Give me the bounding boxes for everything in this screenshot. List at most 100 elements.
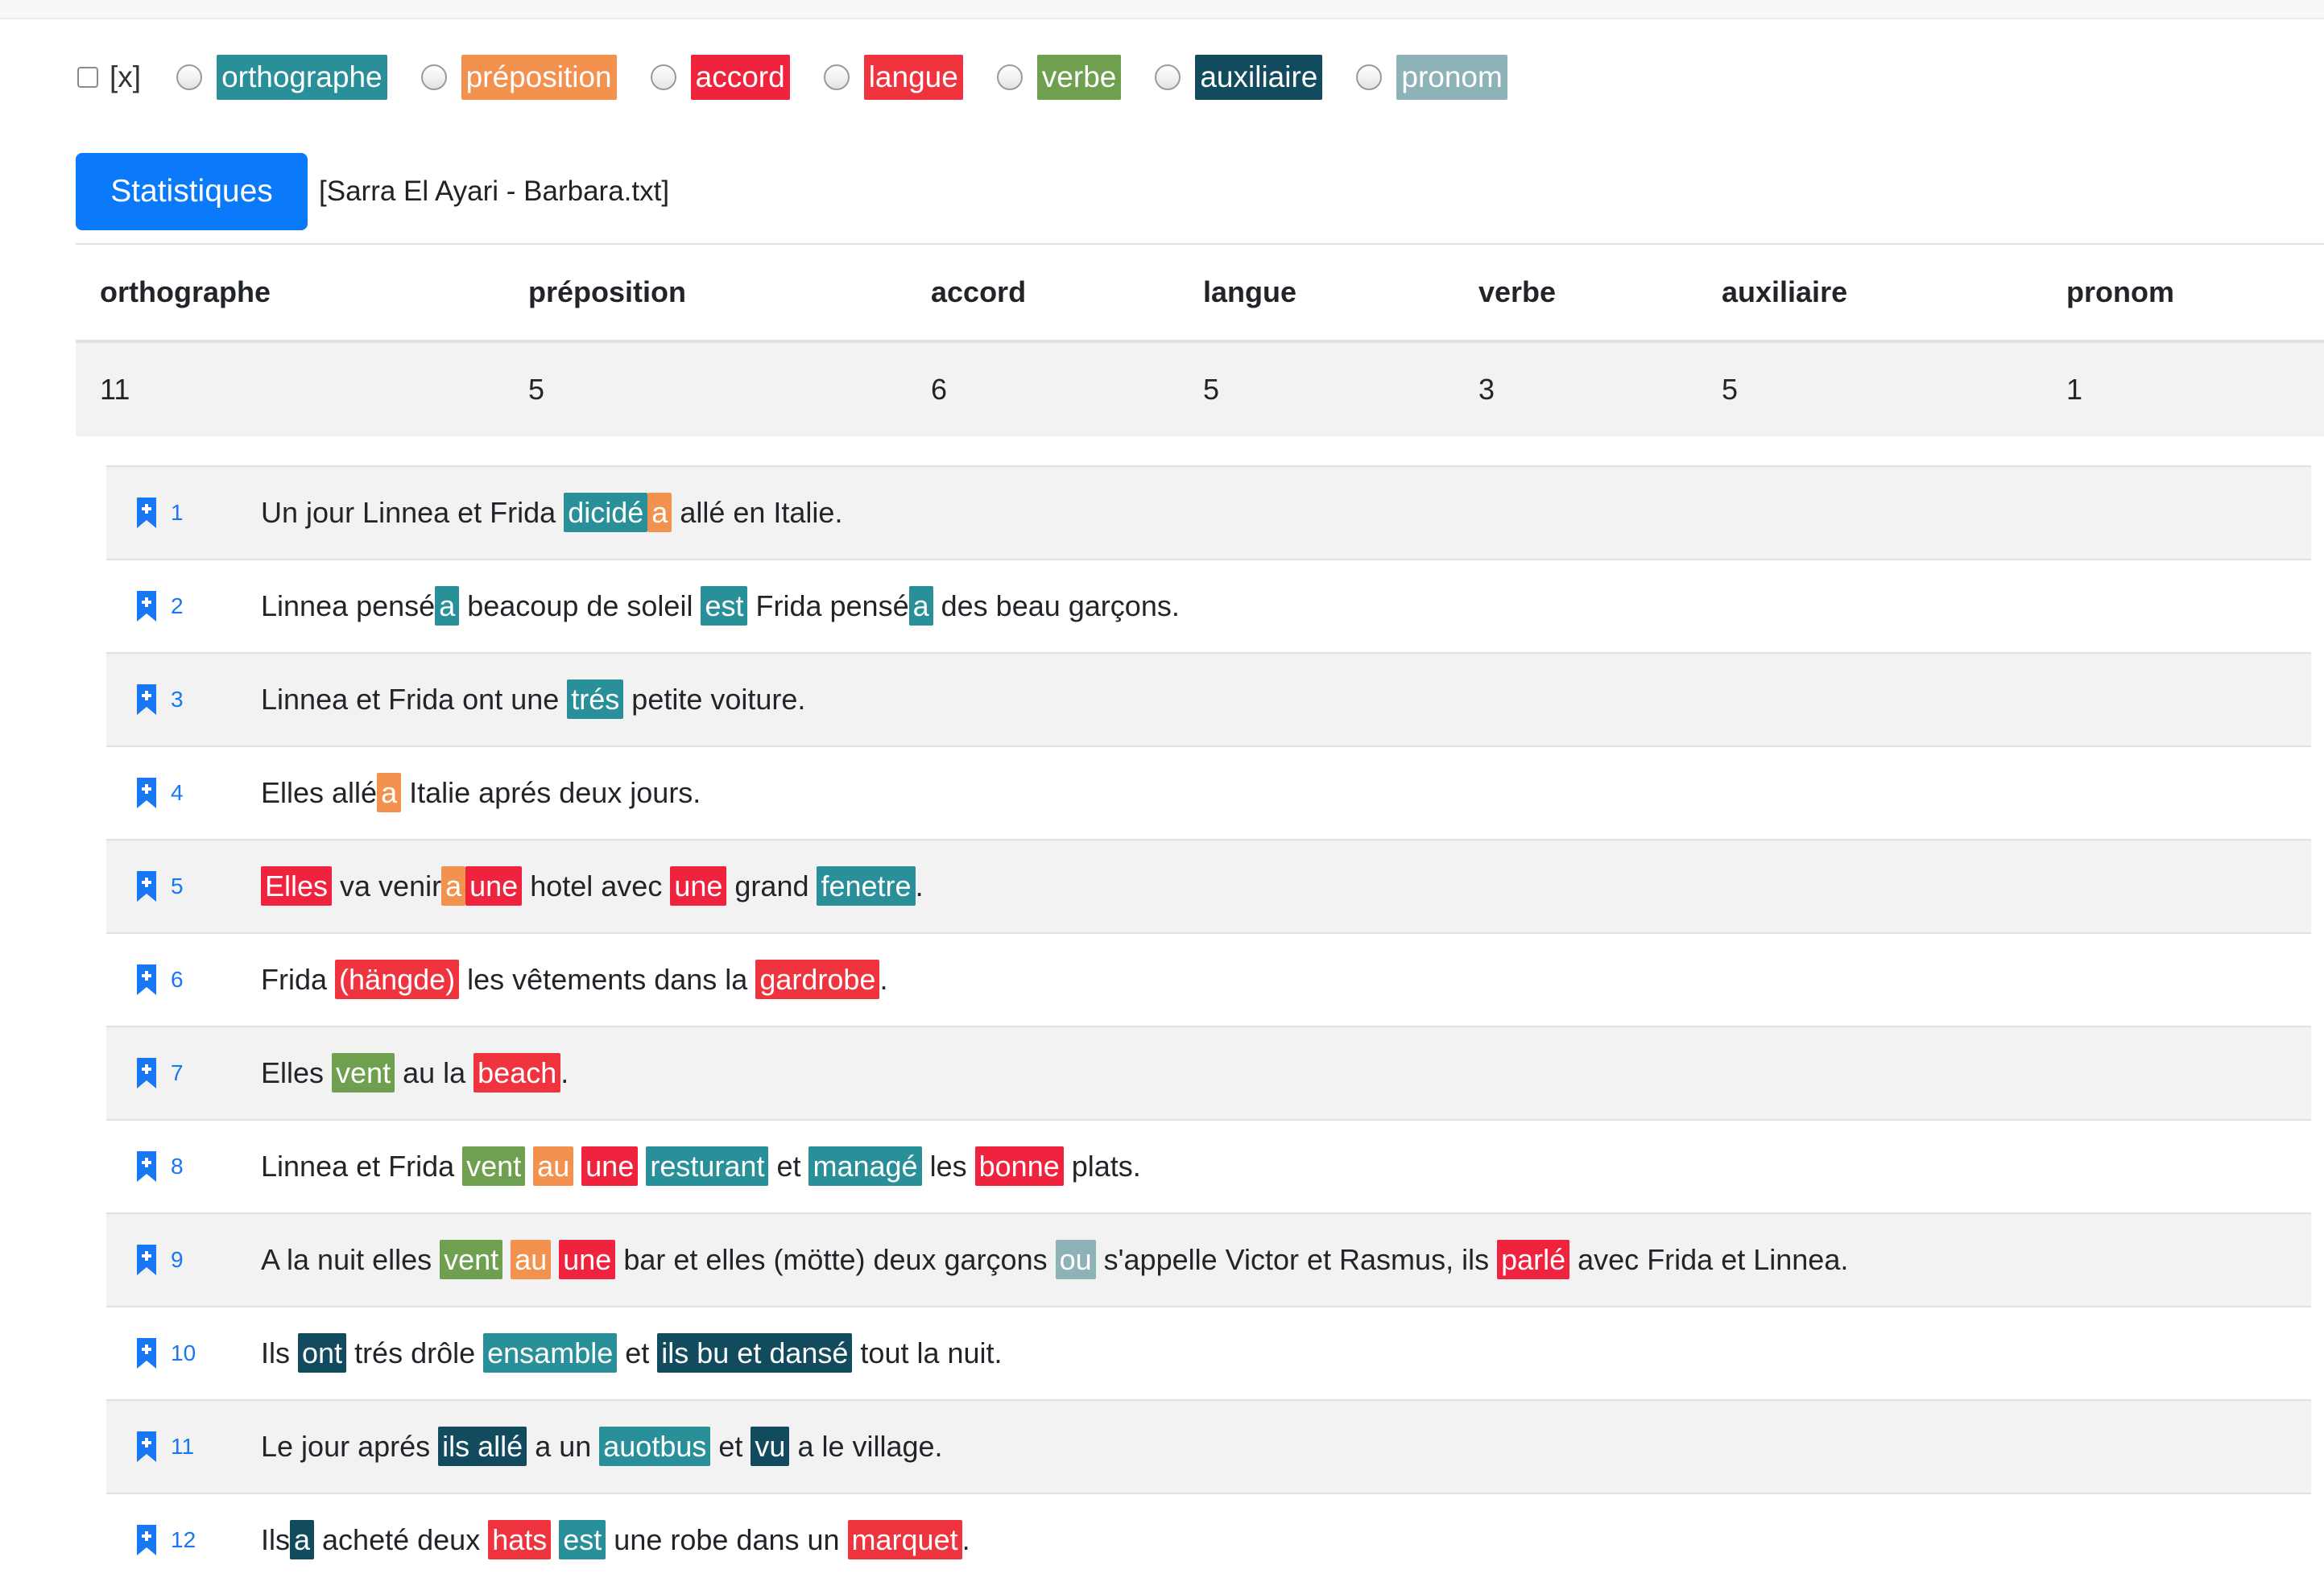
- sentence-number[interactable]: 4: [158, 780, 261, 806]
- sentence-number[interactable]: 11: [158, 1434, 261, 1460]
- bookmark-plus-icon[interactable]: [135, 1431, 158, 1462]
- sentence-number[interactable]: 10: [158, 1340, 261, 1366]
- sentence-number[interactable]: 9: [158, 1247, 261, 1273]
- stat-header-langue: langue: [1179, 243, 1454, 343]
- radio-verbe[interactable]: [996, 64, 1023, 90]
- sentence-number[interactable]: 8: [158, 1154, 261, 1179]
- error-annotation-orthographe[interactable]: auotbus: [599, 1427, 711, 1466]
- filter-option-preposition[interactable]: préposition: [420, 55, 617, 100]
- error-annotation-auxiliaire[interactable]: ils allé: [438, 1427, 527, 1466]
- error-annotation-auxiliaire[interactable]: ils bu et dansé: [657, 1333, 853, 1373]
- sentence-row: 3 Linnea et Frida ont une trés petite voi…: [106, 652, 2311, 746]
- radio-auxiliaire[interactable]: [1155, 64, 1181, 90]
- sentence-number[interactable]: 12: [158, 1527, 261, 1553]
- error-annotation-verbe[interactable]: vent: [462, 1146, 526, 1186]
- sentence-number[interactable]: 5: [158, 874, 261, 899]
- error-annotation-auxiliaire[interactable]: ont: [298, 1333, 347, 1373]
- sentence-number[interactable]: 3: [158, 687, 261, 712]
- filter-option-orthographe[interactable]: orthographe: [176, 55, 387, 100]
- error-annotation-preposition[interactable]: au: [511, 1240, 552, 1279]
- sentence-text: Elles va venir a une hotel avec une grand …: [261, 866, 924, 906]
- sentence-text: Ils ont trés drôle ensamble et ils bu et…: [261, 1333, 1003, 1373]
- bookmark-plus-icon[interactable]: [135, 591, 158, 622]
- sentence-fragment: Un jour Linnea et Frida: [261, 496, 564, 529]
- bookmark-plus-icon[interactable]: [135, 1525, 158, 1555]
- error-annotation-verbe[interactable]: vent: [332, 1053, 395, 1092]
- radio-langue[interactable]: [823, 64, 850, 90]
- error-annotation-accord[interactable]: une: [559, 1240, 616, 1279]
- error-annotation-auxiliaire[interactable]: vu: [751, 1427, 790, 1466]
- error-annotation-langue[interactable]: beach: [473, 1053, 561, 1092]
- radio-orthographe[interactable]: [176, 64, 203, 90]
- sentence-number[interactable]: 1: [158, 500, 261, 526]
- filter-option-pronom[interactable]: pronom: [1356, 55, 1507, 100]
- sentence-row: 9A la nuit elles vent au une bar et elle…: [106, 1212, 2311, 1306]
- error-annotation-orthographe[interactable]: ensamble: [483, 1333, 618, 1373]
- error-annotation-accord[interactable]: une: [670, 866, 727, 906]
- sentence-number[interactable]: 6: [158, 967, 261, 993]
- error-annotation-verbe[interactable]: vent: [440, 1240, 503, 1279]
- error-annotation-auxiliaire[interactable]: a: [290, 1520, 315, 1559]
- bookmark-plus-icon[interactable]: [135, 1245, 158, 1275]
- statistiques-button[interactable]: Statistiques: [76, 153, 308, 230]
- filter-option-langue[interactable]: langue: [823, 55, 963, 100]
- sentence-fragment: trés drôle: [346, 1336, 484, 1369]
- category-filter-bar: [x] orthographe préposition accord langu…: [77, 52, 1541, 103]
- filter-option-accord[interactable]: accord: [650, 55, 790, 100]
- bookmark-plus-icon[interactable]: [135, 498, 158, 528]
- filter-option-verbe[interactable]: verbe: [996, 55, 1122, 100]
- error-annotation-preposition[interactable]: au: [533, 1146, 574, 1186]
- error-annotation-langue[interactable]: marquet: [847, 1520, 962, 1559]
- error-annotation-accord[interactable]: une: [465, 866, 523, 906]
- bookmark-plus-icon[interactable]: [135, 778, 158, 808]
- error-annotation-pronom[interactable]: ou: [1055, 1240, 1096, 1279]
- stat-header-orthographe: orthographe: [76, 243, 504, 343]
- error-annotation-accord[interactable]: Elles: [261, 866, 333, 906]
- error-annotation-accord[interactable]: parlé: [1497, 1240, 1570, 1279]
- sentence-fragment: les vêtements dans la: [459, 963, 756, 996]
- sentence-fragment: et: [617, 1336, 658, 1369]
- filter-option-auxiliaire[interactable]: auxiliaire: [1155, 55, 1323, 100]
- bookmark-plus-icon[interactable]: [135, 1338, 158, 1369]
- error-annotation-orthographe[interactable]: est: [701, 586, 748, 626]
- bookmark-plus-icon[interactable]: [135, 871, 158, 902]
- error-annotation-orthographe[interactable]: dicidé: [564, 493, 648, 532]
- error-annotation-preposition[interactable]: a: [647, 493, 672, 532]
- error-annotation-langue[interactable]: hats: [488, 1520, 552, 1559]
- error-annotation-langue[interactable]: (hängde): [335, 960, 460, 999]
- bookmark-plus-icon[interactable]: [135, 964, 158, 995]
- error-annotation-preposition[interactable]: a: [377, 773, 402, 812]
- error-annotation-orthographe[interactable]: resturant: [646, 1146, 769, 1186]
- error-annotation-langue[interactable]: gardrobe: [755, 960, 880, 999]
- show-all-checkbox[interactable]: [77, 67, 98, 88]
- error-annotation-orthographe[interactable]: est: [559, 1520, 606, 1559]
- error-annotation-orthographe[interactable]: managé: [808, 1146, 922, 1186]
- sentence-fragment: a un: [527, 1430, 600, 1463]
- sentence-fragment: et: [710, 1430, 751, 1463]
- sentence-text: Elles vent au la beach.: [261, 1053, 569, 1092]
- error-annotation-orthographe[interactable]: trés: [567, 679, 624, 719]
- error-annotation-accord[interactable]: une: [581, 1146, 639, 1186]
- radio-preposition[interactable]: [420, 64, 447, 90]
- sentence-row: 12 Ils a acheté deux hats est une robe dan…: [106, 1493, 2311, 1586]
- bookmark-plus-icon[interactable]: [135, 684, 158, 715]
- sentence-number[interactable]: 2: [158, 593, 261, 619]
- bookmark-plus-icon[interactable]: [135, 1058, 158, 1088]
- sentence-row: 2 Linnea pensé a beacoup de soleil est Fri…: [106, 559, 2311, 652]
- sentence-fragment: des beau garçons.: [932, 589, 1180, 622]
- error-annotation-accord[interactable]: bonne: [974, 1146, 1064, 1186]
- top-bar: [0, 0, 2324, 19]
- sentence-fragment: tout la nuit.: [852, 1336, 1003, 1369]
- filter-tag-verbe: verbe: [1036, 55, 1122, 100]
- sentence-fragment: a le village.: [789, 1430, 943, 1463]
- radio-pronom[interactable]: [1356, 64, 1383, 90]
- error-annotation-orthographe[interactable]: a: [435, 586, 460, 626]
- error-annotation-preposition[interactable]: a: [441, 866, 466, 906]
- error-annotation-orthographe[interactable]: a: [908, 586, 933, 626]
- sentence-fragment: plats.: [1063, 1150, 1141, 1183]
- sentence-number[interactable]: 7: [158, 1060, 261, 1086]
- filter-tag-auxiliaire: auxiliaire: [1195, 55, 1323, 100]
- error-annotation-orthographe[interactable]: fenetre: [817, 866, 916, 906]
- radio-accord[interactable]: [650, 64, 676, 90]
- bookmark-plus-icon[interactable]: [135, 1151, 158, 1182]
